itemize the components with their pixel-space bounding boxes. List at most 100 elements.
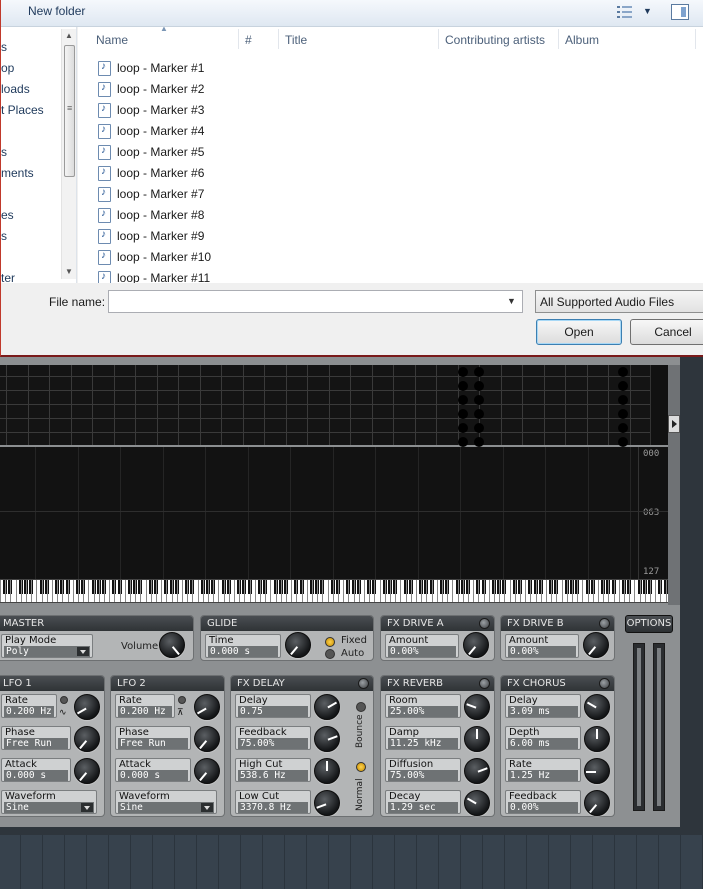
chorus-depth-knob[interactable]	[584, 726, 610, 752]
delay-feedback-field[interactable]: Feedback 75.00%	[235, 726, 311, 750]
white-key[interactable]	[348, 580, 350, 602]
white-key[interactable]	[98, 580, 100, 602]
preview-pane-icon[interactable]	[671, 4, 689, 20]
white-key[interactable]	[520, 580, 521, 602]
file-row[interactable]: loop - Marker #1	[98, 59, 338, 80]
white-key[interactable]	[182, 580, 183, 602]
white-key[interactable]	[483, 580, 485, 602]
white-key[interactable]	[62, 580, 64, 602]
white-key[interactable]	[618, 580, 620, 602]
chorus-delay-knob[interactable]	[584, 694, 610, 720]
white-key[interactable]	[317, 580, 319, 602]
lfo2-phase-knob[interactable]	[194, 726, 220, 752]
white-key[interactable]	[202, 580, 204, 602]
sequencer-step[interactable]	[458, 409, 468, 419]
white-key[interactable]	[244, 580, 246, 602]
nav-item[interactable]: ter	[1, 271, 15, 283]
white-key[interactable]	[514, 580, 516, 602]
white-key[interactable]	[556, 580, 558, 602]
white-key[interactable]	[499, 580, 501, 602]
white-key[interactable]	[275, 580, 277, 602]
cancel-button[interactable]: Cancel	[630, 319, 703, 345]
white-key[interactable]	[665, 580, 667, 602]
sequencer-step[interactable]	[458, 437, 468, 447]
white-key[interactable]	[660, 580, 662, 602]
sequencer-step[interactable]	[458, 395, 468, 405]
white-key[interactable]	[239, 580, 241, 602]
white-key[interactable]	[530, 580, 532, 602]
volume-knob[interactable]	[159, 632, 185, 658]
white-key[interactable]	[291, 580, 293, 602]
delay-lowcut-field[interactable]: Low Cut 3370.8 Hz	[235, 790, 311, 814]
white-key[interactable]	[551, 580, 553, 602]
drive-a-amount-knob[interactable]	[463, 632, 489, 658]
delay-lowcut-knob[interactable]	[314, 790, 340, 816]
white-key[interactable]	[228, 580, 230, 602]
new-folder-button[interactable]: New folder	[28, 4, 85, 18]
nav-item[interactable]: op	[1, 61, 14, 75]
play-mode-select[interactable]: Play Mode Poly	[1, 634, 93, 658]
power-led-icon[interactable]	[479, 618, 490, 629]
chorus-delay-field[interactable]: Delay 3.09 ms	[505, 694, 581, 718]
white-key[interactable]	[5, 580, 7, 602]
file-row[interactable]: loop - Marker #7	[98, 185, 338, 206]
white-key[interactable]	[130, 580, 131, 602]
white-key[interactable]	[525, 580, 527, 602]
drive-b-amount-field[interactable]: Amount 0.00%	[505, 634, 579, 658]
lfo2-rate-knob[interactable]	[194, 694, 220, 720]
white-key[interactable]	[20, 580, 22, 602]
white-key[interactable]	[582, 580, 584, 602]
power-led-icon[interactable]	[599, 678, 610, 689]
white-key[interactable]	[124, 580, 126, 602]
power-led-icon[interactable]	[358, 678, 369, 689]
reverb-room-field[interactable]: Room 25.00%	[385, 694, 461, 718]
white-key[interactable]	[577, 580, 579, 602]
piano-keyboard[interactable]	[0, 579, 668, 603]
white-key[interactable]	[587, 580, 589, 602]
reverb-room-knob[interactable]	[464, 694, 490, 720]
sequencer-step[interactable]	[474, 409, 484, 419]
white-key[interactable]	[457, 580, 459, 602]
reverb-diffusion-field[interactable]: Diffusion 75.00%	[385, 758, 461, 782]
white-key[interactable]	[395, 580, 397, 602]
white-key[interactable]	[379, 580, 381, 602]
white-key[interactable]	[41, 580, 43, 602]
white-key[interactable]	[624, 580, 625, 602]
white-key[interactable]	[260, 580, 261, 602]
white-key[interactable]	[416, 580, 417, 602]
drive-a-amount-field[interactable]: Amount 0.00%	[385, 634, 459, 658]
lfo2-attack-field[interactable]: Attack 0.000 s	[115, 758, 191, 782]
sequencer-step[interactable]	[458, 381, 468, 391]
white-key[interactable]	[249, 580, 251, 602]
power-led-icon[interactable]	[599, 618, 610, 629]
white-key[interactable]	[473, 580, 475, 602]
column-separator[interactable]	[278, 29, 279, 49]
nav-item[interactable]: s	[1, 229, 7, 243]
sequencer-step[interactable]	[618, 381, 628, 391]
white-key[interactable]	[629, 580, 631, 602]
white-key[interactable]	[114, 580, 116, 602]
nav-item[interactable]: es	[1, 208, 14, 222]
scroll-up-icon[interactable]: ▲	[65, 31, 73, 40]
white-key[interactable]	[306, 580, 308, 602]
white-key[interactable]	[109, 580, 111, 602]
options-button[interactable]: OPTIONS	[625, 615, 673, 633]
file-row[interactable]: loop - Marker #6	[98, 164, 338, 185]
white-key[interactable]	[353, 580, 355, 602]
column-header-name[interactable]: Name	[96, 33, 128, 47]
white-key[interactable]	[140, 580, 142, 602]
white-key[interactable]	[400, 580, 402, 602]
white-key[interactable]	[462, 580, 464, 602]
column-separator[interactable]	[695, 29, 696, 49]
reverb-diffusion-knob[interactable]	[464, 758, 490, 784]
white-key[interactable]	[452, 580, 454, 602]
white-key[interactable]	[26, 580, 27, 602]
lfo1-waveform-select[interactable]: Waveform Sine	[1, 790, 97, 814]
white-key[interactable]	[192, 580, 194, 602]
view-options-icon[interactable]	[617, 5, 633, 19]
white-key[interactable]	[280, 580, 282, 602]
white-key[interactable]	[390, 580, 391, 602]
lfo2-rate-field[interactable]: Rate 0.200 Hz	[115, 694, 175, 718]
white-key[interactable]	[426, 580, 428, 602]
white-key[interactable]	[431, 580, 433, 602]
